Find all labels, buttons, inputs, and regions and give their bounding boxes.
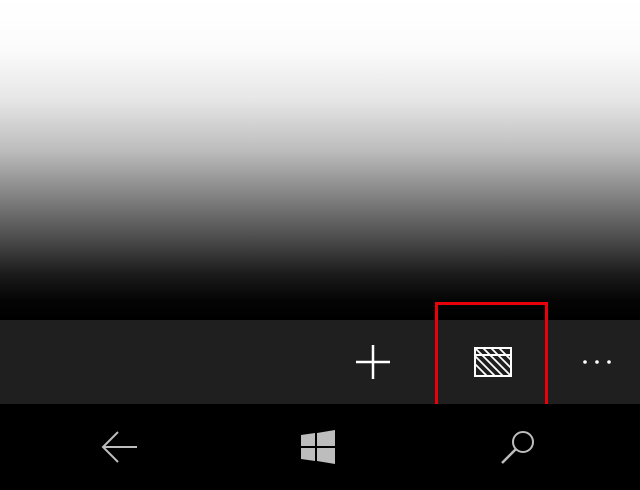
- search-icon: [501, 431, 534, 464]
- windows-logo-icon: [301, 430, 335, 464]
- content-area: [0, 0, 640, 320]
- more-button[interactable]: [557, 320, 637, 404]
- back-arrow-icon: [101, 431, 137, 463]
- clapperboard-icon: [474, 347, 512, 377]
- add-icon: [356, 345, 390, 379]
- start-button[interactable]: [268, 404, 368, 490]
- add-button[interactable]: [333, 320, 413, 404]
- back-button[interactable]: [70, 404, 170, 490]
- navigation-bar: [0, 404, 640, 490]
- search-button[interactable]: [468, 404, 568, 490]
- app-bar: [0, 320, 640, 404]
- more-icon: [583, 360, 611, 364]
- clip-button[interactable]: [453, 320, 533, 404]
